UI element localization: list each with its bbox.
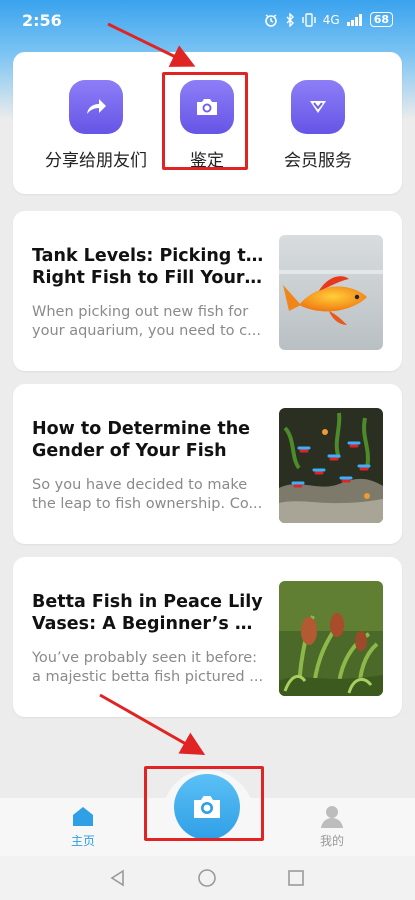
tab-me[interactable]: 我的 (292, 804, 372, 849)
home-circle-icon[interactable] (197, 868, 217, 888)
home-icon (43, 804, 123, 828)
recent-apps-icon[interactable] (286, 868, 306, 888)
camera-button-highlight-box (144, 766, 264, 841)
user-icon (292, 804, 372, 828)
back-icon[interactable] (108, 868, 128, 888)
tab-home-label: 主页 (70, 834, 95, 848)
annotation-arrows (99, 22, 206, 755)
system-nav-bar (0, 856, 415, 900)
tab-home[interactable]: 主页 (43, 804, 123, 849)
tab-me-label: 我的 (319, 834, 344, 848)
